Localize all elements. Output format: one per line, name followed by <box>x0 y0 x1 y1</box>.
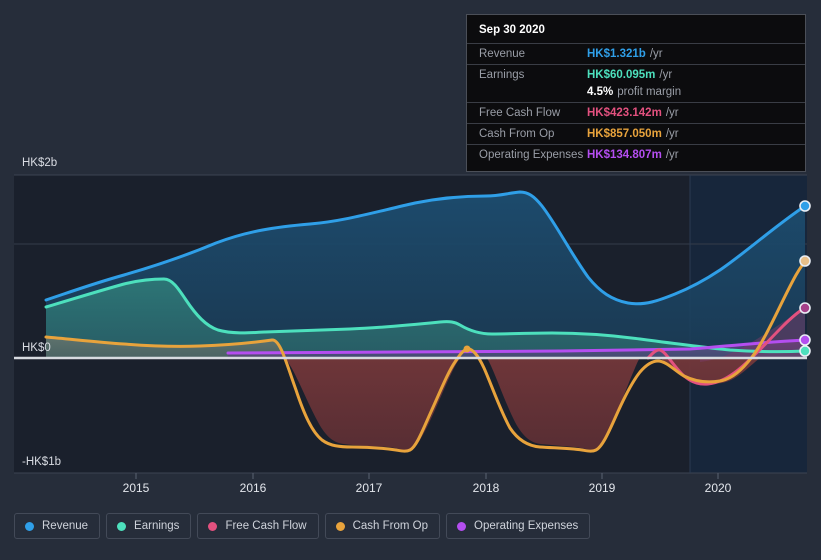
tooltip-value-cash-from-op: HK$857.050m <box>587 128 662 140</box>
tooltip-unit-operating-expenses: /yr <box>665 149 679 161</box>
operating-expenses-endpoint-dot <box>799 334 811 346</box>
tooltip-value-revenue: HK$1.321b <box>587 48 646 60</box>
tooltip-unit-free-cash-flow: /yr <box>665 107 679 119</box>
legend-label-earnings: Earnings <box>134 520 180 532</box>
tooltip-row-earnings: Earnings HK$60.095m /yr <box>467 64 805 85</box>
tooltip-row-cash-from-op: Cash From Op HK$857.050m /yr <box>467 123 805 144</box>
legend-item-operating-expenses[interactable]: Operating Expenses <box>446 513 591 539</box>
x-axis-label-2018: 2018 <box>473 481 500 495</box>
tooltip-unit-earnings: /yr <box>659 69 673 81</box>
tooltip-value-operating-expenses: HK$134.807m <box>587 149 662 161</box>
tooltip-row-profit-margin: 4.5% profit margin <box>467 85 805 102</box>
y-axis-label-zero: HK$0 <box>22 342 51 354</box>
tooltip-label-free-cash-flow: Free Cash Flow <box>479 107 561 119</box>
tooltip-unit-cash-from-op: /yr <box>665 128 679 140</box>
tooltip-value-free-cash-flow: HK$423.142m <box>587 107 662 119</box>
tooltip-label-cash-from-op: Cash From Op <box>479 128 555 140</box>
legend-label-operating-expenses: Operating Expenses <box>474 520 579 532</box>
x-axis-label-2015: 2015 <box>123 481 150 495</box>
x-axis-label-2019: 2019 <box>589 481 616 495</box>
plot-right-mask <box>807 150 821 490</box>
chart-legend: Revenue Earnings Free Cash Flow Cash Fro… <box>14 513 591 539</box>
legend-item-revenue[interactable]: Revenue <box>14 513 101 539</box>
legend-label-revenue: Revenue <box>42 520 89 532</box>
tooltip-label-revenue: Revenue <box>479 48 526 60</box>
x-axis-ticks <box>135 473 719 479</box>
chart-page: HK$2b HK$0 -HK$1b 2015 2016 2017 2018 20… <box>0 0 821 560</box>
earnings-endpoint-dot <box>799 345 811 357</box>
legend-label-cash-from-op: Cash From Op <box>352 520 429 532</box>
cash-from-op-peak-marker <box>463 345 471 353</box>
y-axis-label-top: HK$2b <box>22 157 57 169</box>
legend-item-free-cash-flow[interactable]: Free Cash Flow <box>197 513 319 539</box>
free-cash-flow-endpoint-dot <box>799 302 811 314</box>
tooltip-label-earnings: Earnings <box>479 69 525 81</box>
operating-expenses-color-dot-icon <box>457 521 467 531</box>
tooltip-value-profit-margin: 4.5% <box>587 86 614 98</box>
tooltip-value-earnings: HK$60.095m <box>587 69 656 81</box>
legend-label-free-cash-flow: Free Cash Flow <box>225 520 307 532</box>
tooltip-date: Sep 30 2020 <box>479 24 545 36</box>
x-axis-label-2016: 2016 <box>240 481 267 495</box>
chart-tooltip: Sep 30 2020 Revenue HK$1.321b /yr Earnin… <box>466 14 806 172</box>
tooltip-unit-revenue: /yr <box>649 48 663 60</box>
revenue-color-dot-icon <box>25 521 34 531</box>
y-axis-label-bottom: -HK$1b <box>22 456 61 468</box>
revenue-endpoint-dot <box>799 200 811 212</box>
x-axis-label-2020: 2020 <box>705 481 732 495</box>
free-cash-flow-color-dot-icon <box>208 521 218 531</box>
cash-from-op-color-dot-icon <box>335 521 345 531</box>
tooltip-label-operating-expenses: Operating Expenses <box>479 149 584 161</box>
x-axis-label-2017: 2017 <box>356 481 383 495</box>
legend-item-cash-from-op[interactable]: Cash From Op <box>324 513 441 539</box>
tooltip-row-operating-expenses: Operating Expenses HK$134.807m /yr <box>467 144 805 165</box>
cash-from-op-endpoint-dot <box>799 255 811 267</box>
earnings-color-dot-icon <box>117 521 127 531</box>
tooltip-row-revenue: Revenue HK$1.321b /yr <box>467 43 805 64</box>
tooltip-text-profit-margin: profit margin <box>617 86 682 98</box>
tooltip-row-free-cash-flow: Free Cash Flow HK$423.142m /yr <box>467 102 805 123</box>
legend-item-earnings[interactable]: Earnings <box>106 513 192 539</box>
